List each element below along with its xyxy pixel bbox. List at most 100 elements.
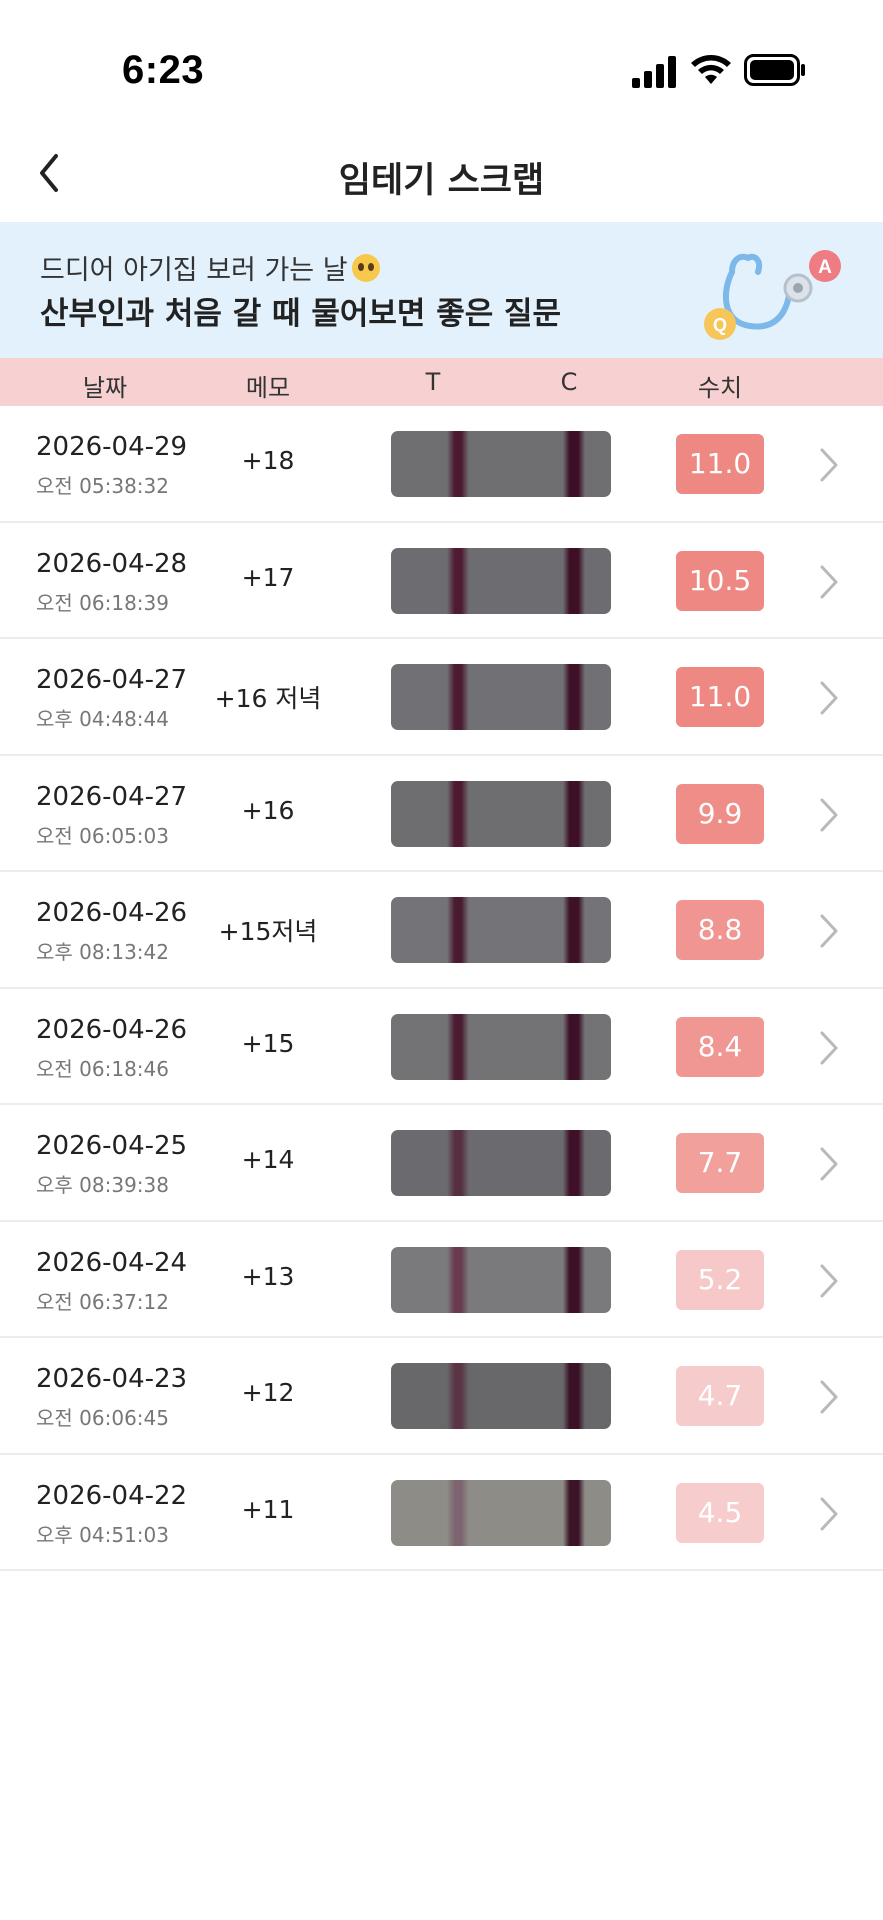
row-time: 오전 06:18:46 [36,1056,169,1081]
test-strip-image [391,1246,611,1313]
test-list: 2026-04-29 오전 05:38:32 +18 11.0 2026-04-28 오전… [0,406,883,1571]
table-row[interactable]: 2026-04-26 오전 06:18:46 +15 8.4 [0,989,883,1105]
chevron-right-icon [820,681,838,715]
chevron-right-icon [820,1031,838,1064]
row-memo: +17 [241,562,295,592]
row-memo: +18 [241,446,295,475]
test-strip-image [391,780,611,847]
row-time: 오전 06:18:39 [36,590,169,615]
table-row[interactable]: 2026-04-23 오전 06:06:45 +12 4.7 [0,1338,883,1455]
header-date: 날짜 [82,374,128,402]
chevron-right-icon [820,914,838,948]
control-line-band [563,1363,585,1429]
banner-subtitle: 드디어 아기집 보러 가는 날 [40,255,348,286]
value-badge: 8.4 [676,1016,764,1077]
row-time: 오전 06:05:03 [36,823,169,848]
value-badge: 8.8 [676,900,764,960]
pleading-face-emoji-icon [351,253,380,282]
table-row[interactable]: 2026-04-22 오후 04:51:03 +11 4.5 [0,1455,883,1571]
control-line-band [563,1013,585,1080]
row-time: 오후 08:39:38 [36,1173,169,1197]
test-strip-image [391,1479,611,1546]
test-strip-image [391,664,611,730]
test-strip-image [391,1130,611,1196]
row-memo: +15저녁 [218,917,318,946]
svg-text:A: A [818,257,832,278]
row-memo: +16 저녁 [214,684,322,713]
table-row[interactable]: 2026-04-27 오후 04:48:44 +16 저녁 11.0 [0,639,883,756]
status-time: 6:23 [122,48,205,92]
row-date: 2026-04-26 [36,1014,188,1045]
header-memo: 메모 [245,374,291,402]
test-line-band [447,1130,469,1196]
value-badge: 4.7 [676,1366,764,1426]
table-row[interactable]: 2026-04-29 오전 05:38:32 +18 11.0 [0,406,883,523]
chevron-right-icon [820,1380,838,1414]
table-row[interactable]: 2026-04-24 오전 06:37:12 +13 5.2 [0,1222,883,1338]
battery-icon [744,54,805,86]
table-row[interactable]: 2026-04-27 오전 06:05:03 +16 9.9 [0,756,883,872]
test-strip-image [391,547,611,614]
chevron-right-icon [820,448,838,482]
control-line-band [563,1246,585,1313]
row-time: 오후 04:48:44 [36,707,169,731]
test-line-band [447,1013,469,1080]
row-date: 2026-04-27 [36,665,188,695]
value-badge: 11.0 [676,434,764,494]
test-line-band [447,664,469,730]
control-line-band [563,780,585,847]
control-line-band [563,897,585,963]
svg-text:Q: Q [713,315,727,335]
page-title: 임테기 스크랩 [338,161,545,201]
test-strip-image [391,1363,611,1429]
row-memo: +11 [241,1494,295,1524]
control-line-band [563,1479,585,1546]
header-t: T [425,368,441,396]
control-line-band [563,664,585,730]
status-bar: 6:23 [0,0,883,130]
test-line-band [447,1363,469,1429]
value-badge: 5.2 [676,1249,764,1310]
test-line-band [447,547,469,614]
table-row[interactable]: 2026-04-28 오전 06:18:39 +17 10.5 [0,523,883,639]
value-badge: 4.5 [676,1482,764,1543]
table-header: 날짜 메모 T C 수치 [0,358,883,406]
value-badge: 10.5 [676,550,764,611]
wifi-icon [691,55,731,84]
control-line-band [563,1130,585,1196]
banner-title: 산부인과 처음 갈 때 물어보면 좋은 질문 [40,296,562,332]
promo-banner[interactable]: 드디어 아기집 보러 가는 날 산부인과 처음 갈 때 물어보면 좋은 질문 A… [0,222,883,358]
chevron-right-icon [820,798,838,831]
table-row[interactable]: 2026-04-25 오후 08:39:38 +14 7.7 [0,1105,883,1222]
row-memo: +15 [241,1028,295,1058]
stethoscope-qa-icon: A Q [704,250,841,340]
chevron-right-icon [820,1497,838,1530]
test-line-band [447,431,469,497]
row-time: 오후 08:13:42 [36,940,169,964]
value-badge: 7.7 [676,1133,764,1193]
row-date: 2026-04-24 [36,1247,188,1278]
table-row[interactable]: 2026-04-26 오후 08:13:42 +15저녁 8.8 [0,872,883,989]
row-time: 오전 06:06:45 [36,1406,169,1430]
row-memo: +13 [241,1261,295,1291]
header-c: C [560,368,578,396]
chevron-right-icon [820,1264,838,1297]
row-memo: +16 [241,795,295,825]
test-strip-image [391,431,611,497]
chevron-right-icon [820,565,838,598]
test-line-band [447,780,469,847]
header-value: 수치 [697,374,743,402]
row-date: 2026-04-26 [36,898,188,928]
row-time: 오후 04:51:03 [36,1522,169,1547]
test-line-band [447,1479,469,1546]
banner-subtitle-row: 드디어 아기집 보러 가는 날 [40,248,380,287]
control-line-band [563,547,585,614]
row-date: 2026-04-23 [36,1364,188,1394]
row-time: 오전 06:37:12 [36,1289,169,1314]
test-strip-image [391,1013,611,1080]
row-date: 2026-04-22 [36,1480,188,1511]
test-line-band [447,897,469,963]
test-line-band [447,1246,469,1313]
nav-bar: 임테기 스크랩 [0,130,883,222]
chevron-right-icon [820,1147,838,1181]
